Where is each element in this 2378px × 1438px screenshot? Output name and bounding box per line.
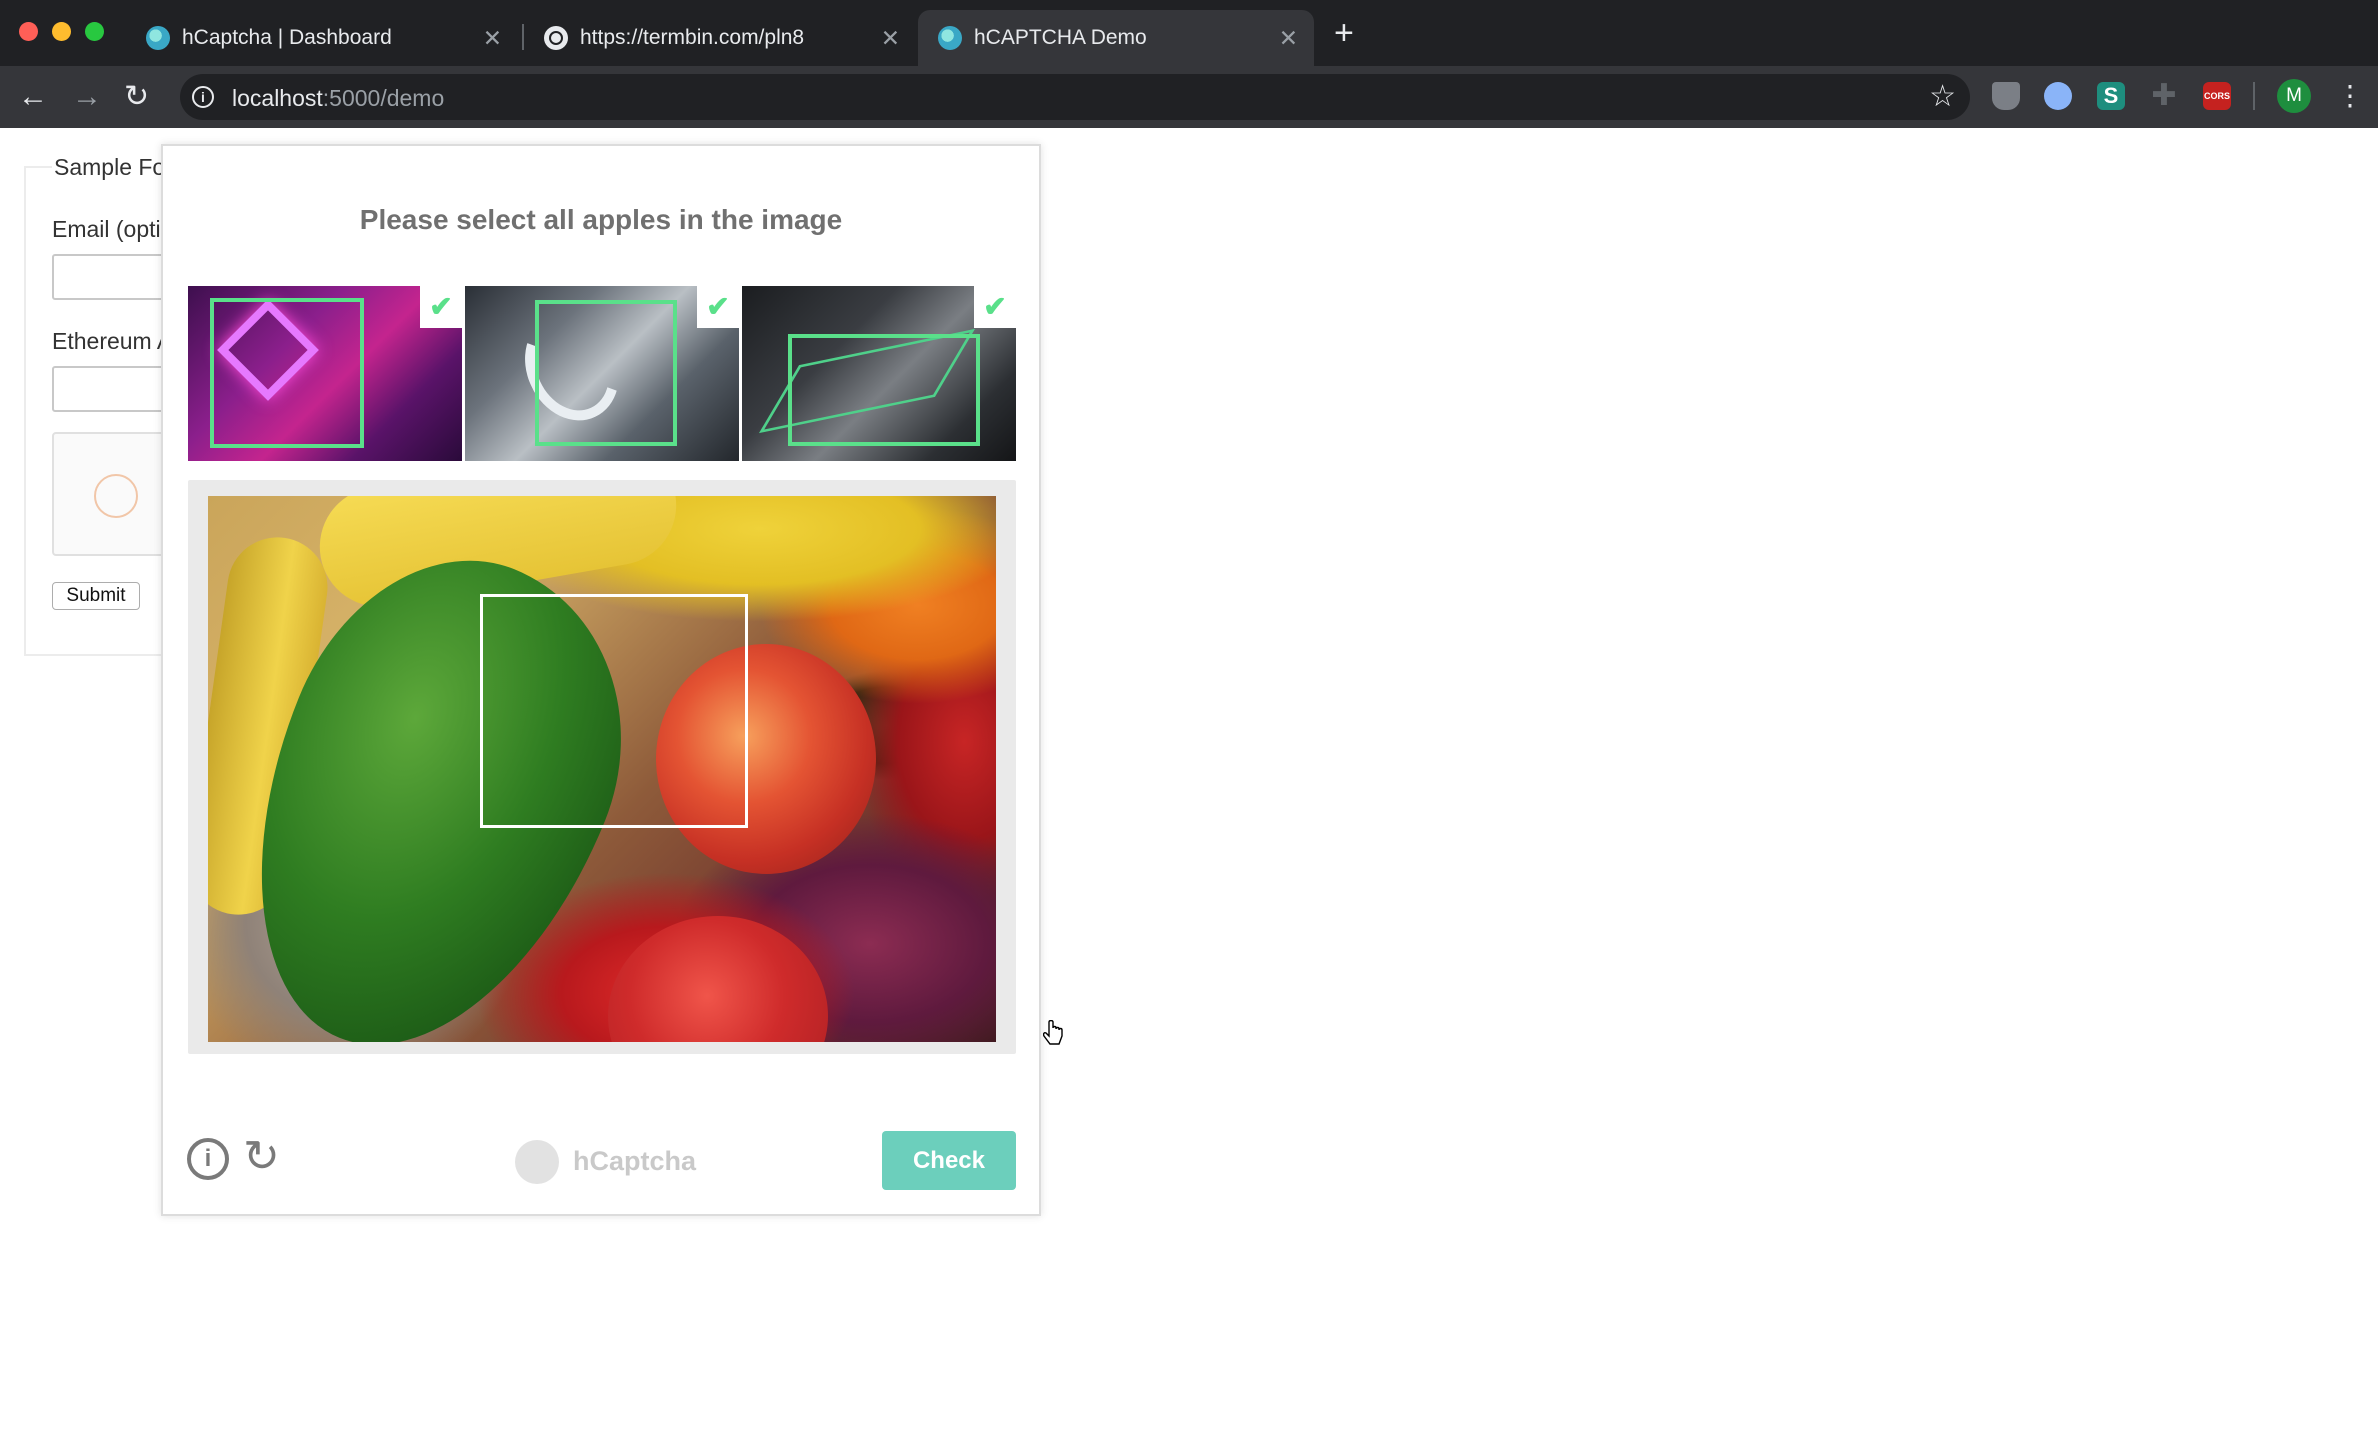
tab-close-icon[interactable]: ✕ <box>881 24 900 52</box>
browser-tab-bar: hCaptcha | Dashboard ✕ https://termbin.c… <box>0 0 2378 66</box>
refresh-icon[interactable]: ↻ <box>243 1132 280 1182</box>
tab-termbin[interactable]: https://termbin.com/pln8 ✕ <box>524 10 916 66</box>
info-icon[interactable]: i <box>192 86 214 108</box>
example-image-2: ✔ <box>465 286 739 461</box>
extension-s-icon[interactable]: S <box>2097 82 2125 110</box>
example-frame <box>535 300 677 446</box>
info-circle-icon[interactable]: i <box>187 1138 229 1180</box>
browser-menu-icon[interactable]: ⋮ <box>2336 78 2364 114</box>
new-tab-button[interactable]: + <box>1334 16 1354 50</box>
hand-cursor-icon <box>1043 1020 1063 1045</box>
address-bar[interactable]: i localhost:5000/demo ☆ <box>180 74 1970 120</box>
submit-button[interactable]: Submit <box>52 582 140 610</box>
example-frame <box>210 298 364 448</box>
browser-toolbar: ← → ↻ i localhost:5000/demo ☆ <box>0 66 2378 128</box>
loading-spinner-icon <box>94 474 138 518</box>
star-icon[interactable]: ☆ <box>1929 80 1956 114</box>
email-label: Email (opti <box>52 216 161 242</box>
extension-bulb-icon[interactable] <box>2044 82 2072 110</box>
hcaptcha-challenge-dialog: Please select all apples in the image ✔ … <box>161 144 1063 1216</box>
tab-title: hCaptcha | Dashboard <box>182 26 392 49</box>
example-frame <box>788 334 980 446</box>
hcaptcha-favicon-icon <box>146 26 170 50</box>
profile-avatar[interactable]: M <box>2277 79 2311 113</box>
check-button[interactable]: Check <box>882 1131 1016 1190</box>
ethereum-label: Ethereum A <box>52 328 173 354</box>
maximize-window-button[interactable] <box>85 22 104 41</box>
forward-arrow-icon[interactable]: → <box>72 80 102 114</box>
ublock-extension-icon[interactable] <box>1992 82 2020 110</box>
hcaptcha-favicon-icon <box>938 26 962 50</box>
challenge-prompt: Please select all apples in the image <box>359 204 843 235</box>
hcaptcha-brand-text: hCaptcha <box>573 1146 697 1176</box>
tab-title: hCAPTCHA Demo <box>974 26 1147 49</box>
cors-extension-icon[interactable]: CORS <box>2203 82 2231 110</box>
apple-shape <box>608 916 828 1042</box>
tab-hcaptcha-demo[interactable]: hCAPTCHA Demo ✕ <box>918 10 1314 66</box>
reload-icon[interactable]: ↻ <box>124 80 149 114</box>
tab-close-icon[interactable]: ✕ <box>483 24 502 52</box>
challenge-image-container <box>188 480 1016 1054</box>
checkmark-icon: ✔ <box>697 286 739 328</box>
fruit-bowl-image[interactable] <box>208 496 996 1042</box>
example-image-1: ✔ <box>188 286 462 461</box>
checkmark-icon: ✔ <box>420 286 462 328</box>
minimize-window-button[interactable] <box>52 22 71 41</box>
selection-box[interactable] <box>480 594 748 828</box>
close-window-button[interactable] <box>19 22 38 41</box>
form-legend: Sample Fo <box>52 154 168 181</box>
example-image-3: ✔ <box>742 286 1016 461</box>
extension-move-icon[interactable]: ✚ <box>2150 81 2178 111</box>
checkmark-icon: ✔ <box>974 286 1016 328</box>
hcaptcha-logo-icon <box>515 1140 559 1184</box>
tab-title: https://termbin.com/pln8 <box>580 26 805 49</box>
toolbar-separator <box>2253 82 2255 110</box>
globe-icon <box>544 26 568 50</box>
url-text: localhost:5000/demo <box>232 85 445 111</box>
back-arrow-icon[interactable]: ← <box>18 80 48 114</box>
tab-close-icon[interactable]: ✕ <box>1279 24 1298 52</box>
tab-hcaptcha-dashboard[interactable]: hCaptcha | Dashboard ✕ <box>126 10 518 66</box>
